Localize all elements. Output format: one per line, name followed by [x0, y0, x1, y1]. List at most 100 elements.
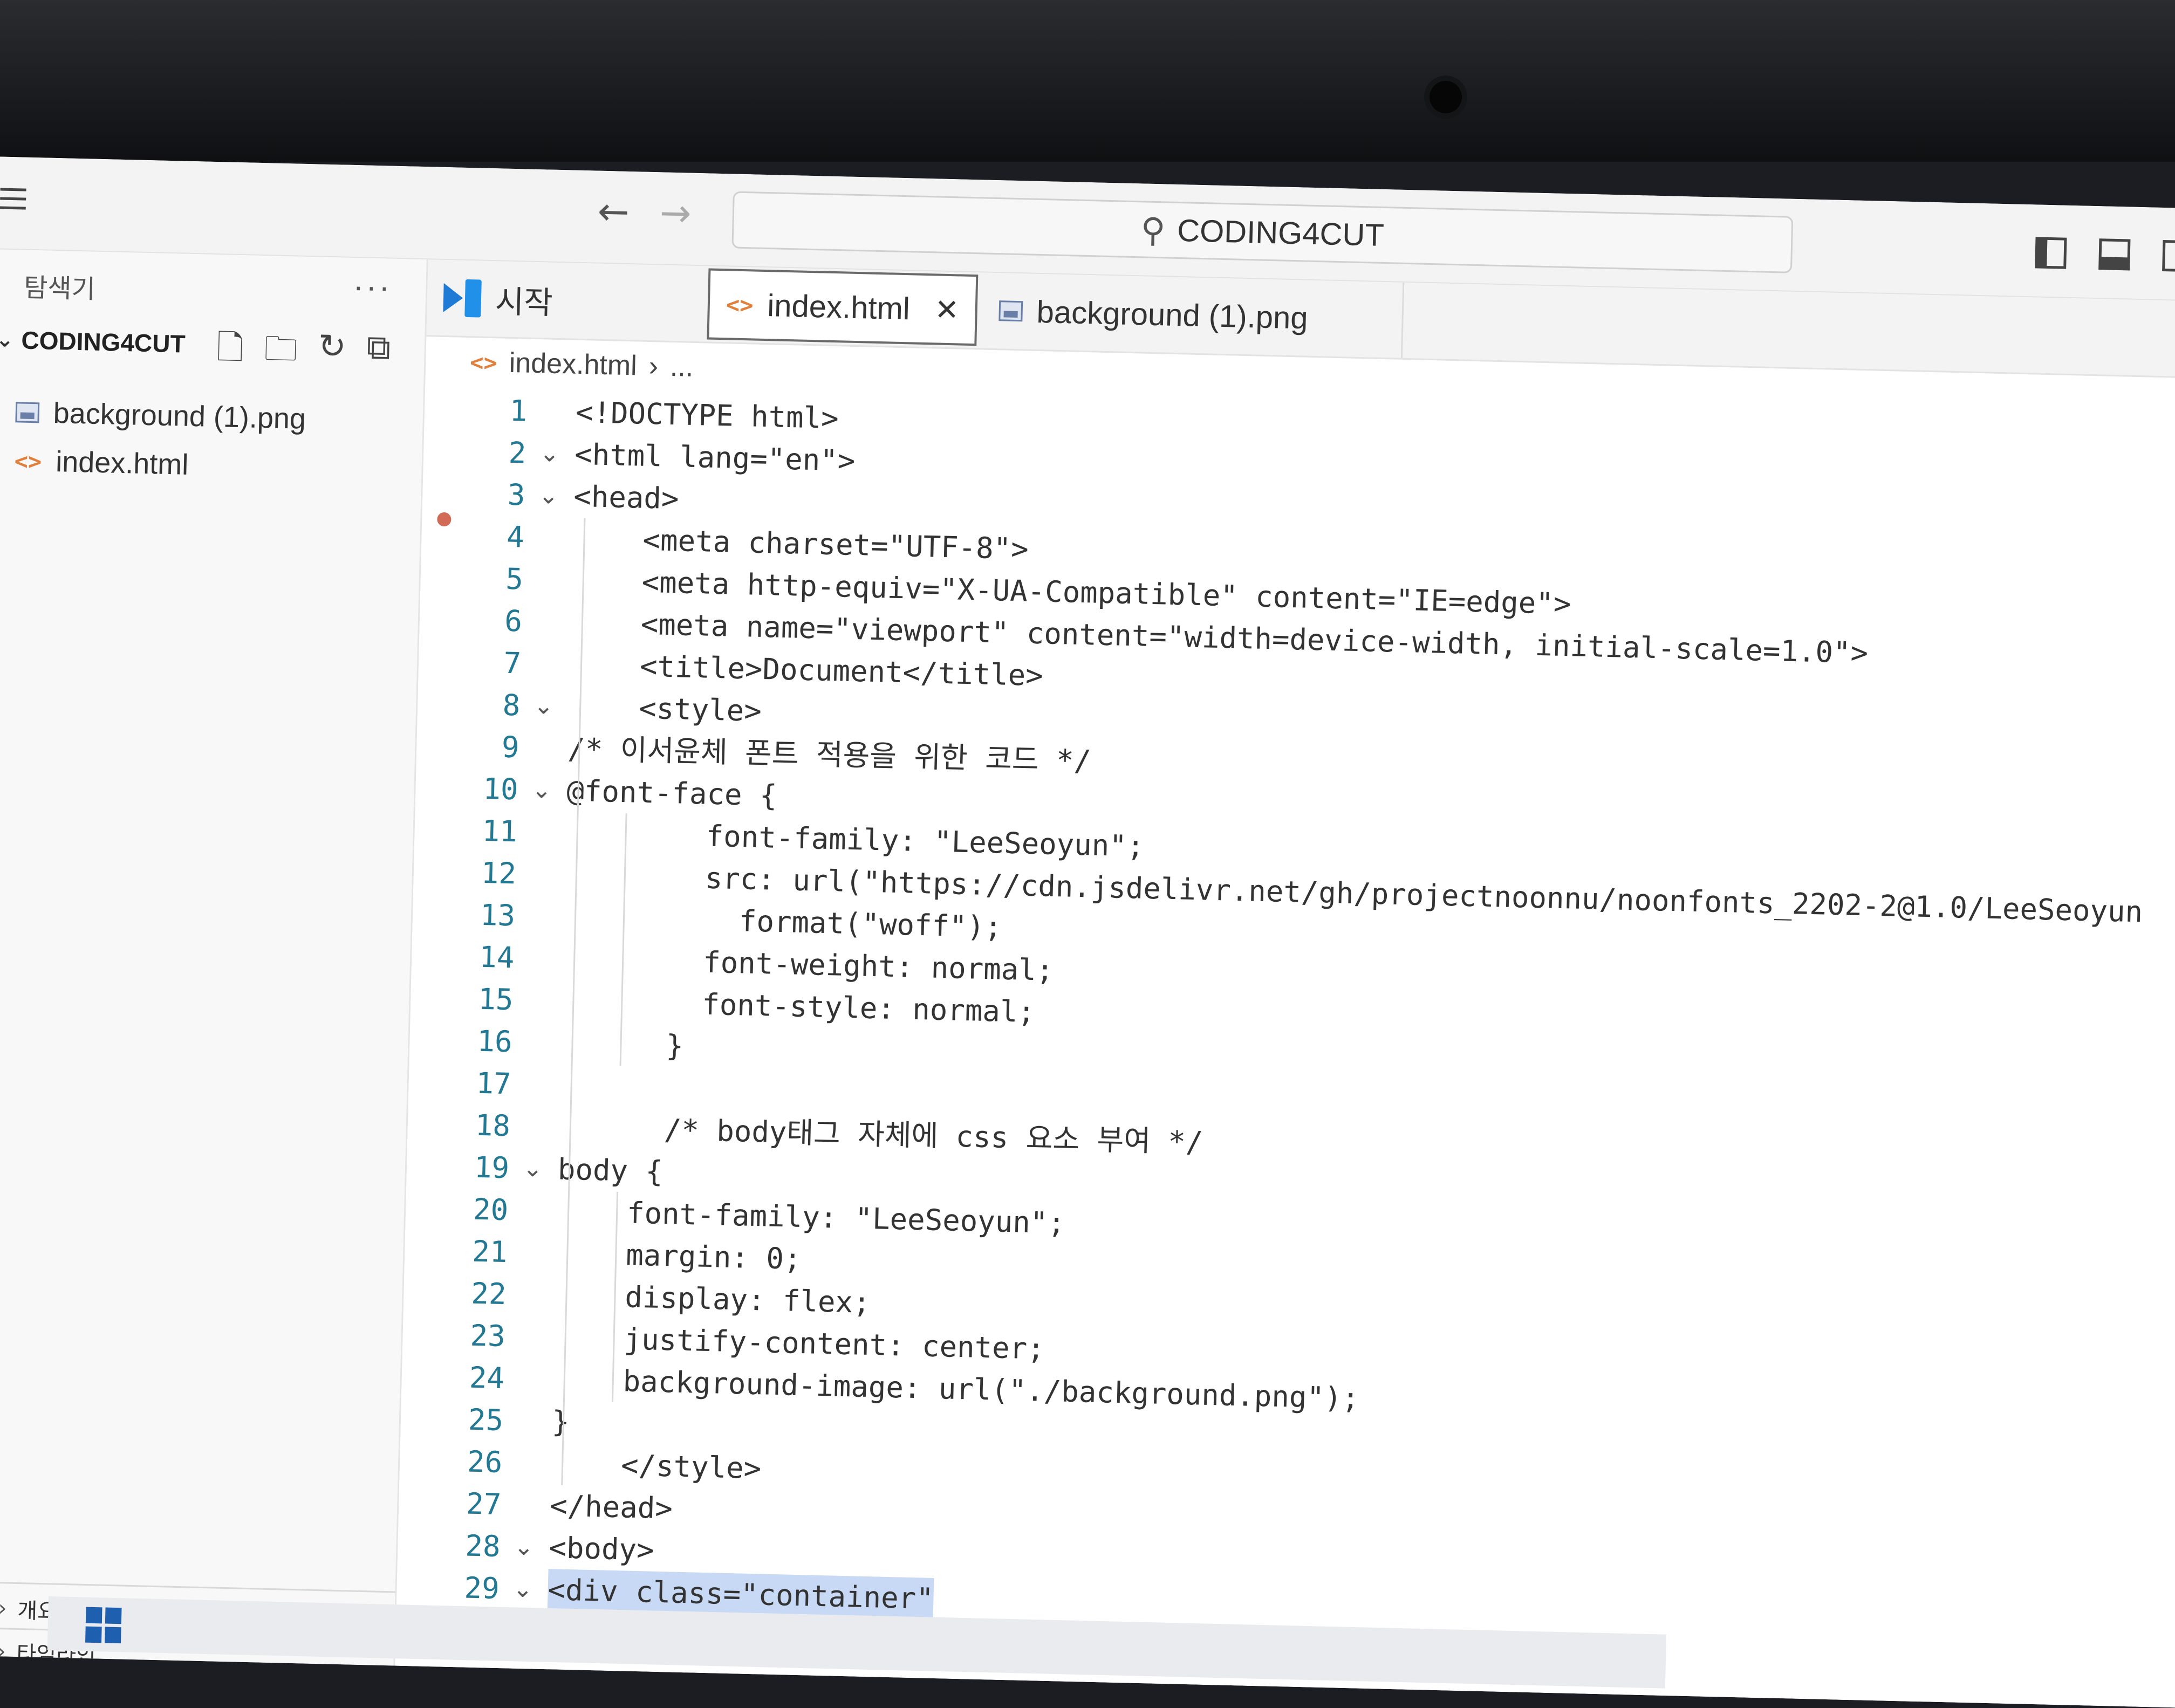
- code-editor[interactable]: 1 <!DOCTYPE html> 2 ⌄ <html lang="en"> 3 ⌄ <hea…: [394, 388, 2175, 1708]
- code-text: <html lang="en">: [574, 437, 856, 478]
- tab-label: background (1).png: [1036, 294, 1309, 336]
- line-number: 18: [475, 1108, 511, 1143]
- fold-chevron-icon[interactable]: ⌄: [539, 433, 560, 475]
- line-number: 13: [480, 897, 516, 933]
- warning-icon: ⚠: [4, 1669, 23, 1693]
- html-file-icon: <>: [469, 348, 498, 376]
- tab-welcome[interactable]: 시작: [426, 259, 697, 341]
- code-text: @font-face {: [566, 773, 778, 813]
- line-number: 19: [474, 1150, 510, 1185]
- new-file-icon[interactable]: 🗋: [216, 324, 244, 381]
- code-text: <body>: [548, 1531, 655, 1567]
- divider: [0, 1582, 395, 1593]
- vscode-window: ← → ⚲ CODING4CUT 탐색기 ··· ⌄ CODING4CUT 🗋 …: [0, 156, 2175, 1708]
- code-text: body {: [557, 1152, 664, 1189]
- line-number: 23: [469, 1318, 506, 1354]
- line-number: 5: [505, 561, 524, 596]
- forward-arrow-icon[interactable]: →: [659, 190, 692, 235]
- problems-status[interactable]: ⚠ 0: [4, 1668, 40, 1693]
- fold-chevron-icon[interactable]: ⌄: [538, 475, 559, 517]
- code-text: }: [560, 1026, 684, 1063]
- chevron-right-icon: ›: [0, 1596, 8, 1621]
- line-number: 28: [464, 1528, 501, 1564]
- image-file-icon: [15, 402, 40, 423]
- fold-chevron-icon[interactable]: ⌄: [512, 1568, 534, 1611]
- line-number: 26: [467, 1444, 503, 1480]
- tab-background-png[interactable]: background (1).png: [982, 272, 1405, 358]
- line-number: 20: [473, 1192, 509, 1227]
- file-name: index.html: [55, 445, 189, 481]
- code-text: <!DOCTYPE html>: [575, 395, 839, 436]
- line-number: 29: [463, 1570, 500, 1606]
- code-text: <head>: [573, 479, 680, 516]
- code-text: <style>: [568, 689, 762, 729]
- refresh-icon[interactable]: ↻: [317, 326, 347, 383]
- code-text: </style>: [550, 1446, 762, 1486]
- explorer-actions: 🗋 🗀 ↻ ⧉: [216, 324, 391, 385]
- vscode-icon: [443, 279, 482, 318]
- chevron-down-icon: ⌄: [0, 327, 15, 353]
- line-number: 8: [502, 688, 521, 723]
- explorer-more-icon[interactable]: ···: [353, 267, 393, 306]
- line-number: 11: [482, 813, 518, 849]
- line-number: 12: [481, 855, 517, 891]
- command-center-search[interactable]: ⚲ CODING4CUT: [731, 191, 1794, 273]
- file-item-background-png[interactable]: background (1).png: [15, 395, 306, 436]
- file-item-index-html[interactable]: <> index.html: [14, 444, 189, 482]
- line-number: 14: [478, 939, 515, 975]
- line-number: 9: [501, 730, 520, 765]
- line-number: 24: [469, 1360, 505, 1396]
- toggle-panel-icon[interactable]: [2098, 238, 2131, 271]
- collapse-all-icon[interactable]: ⧉: [366, 327, 391, 385]
- explorer-title: 탐색기: [23, 273, 96, 304]
- new-folder-icon[interactable]: 🗀: [263, 325, 298, 382]
- layout-controls: [2035, 237, 2175, 272]
- html-file-icon: <>: [14, 447, 42, 475]
- chevron-right-icon: ›: [0, 1639, 6, 1664]
- fold-chevron-icon[interactable]: ⌄: [533, 685, 554, 728]
- breadcrumb-file[interactable]: index.html: [509, 347, 637, 382]
- workspace-folder-label: CODING4CUT: [20, 326, 186, 358]
- line-number: 27: [466, 1486, 502, 1522]
- code-text: </head>: [549, 1489, 673, 1526]
- breadcrumb-more[interactable]: ...: [669, 351, 694, 383]
- file-name: background (1).png: [53, 396, 306, 435]
- search-label: CODING4CUT: [1177, 212, 1385, 253]
- line-number: 16: [476, 1024, 513, 1059]
- line-number: 2: [508, 435, 527, 470]
- fold-chevron-icon[interactable]: ⌄: [522, 1148, 543, 1190]
- html-file-icon: <>: [726, 291, 754, 318]
- tab-index-html[interactable]: <> index.html ✕: [707, 268, 979, 346]
- tab-label: index.html: [767, 287, 911, 326]
- close-icon[interactable]: ✕: [934, 292, 960, 327]
- toggle-secondary-sidebar-icon[interactable]: [2162, 239, 2175, 272]
- workspace-folder[interactable]: ⌄ CODING4CUT: [0, 325, 186, 358]
- webcam: [1430, 81, 1462, 113]
- laptop-bezel: [0, 0, 2175, 162]
- breadcrumb: <> index.html › ...: [470, 346, 694, 383]
- line-number: 3: [507, 477, 526, 512]
- toggle-sidebar-icon[interactable]: [2035, 237, 2067, 269]
- code-text: margin: 0;: [555, 1236, 802, 1277]
- image-file-icon: [998, 300, 1023, 322]
- explorer-sidebar: 탐색기 ··· ⌄ CODING4CUT 🗋 🗀 ↻ ⧉ background …: [0, 249, 428, 1692]
- tab-label: 시작: [495, 284, 553, 321]
- line-number: 7: [503, 646, 522, 681]
- code-text: }: [551, 1404, 570, 1439]
- line-number: 17: [475, 1066, 512, 1101]
- line-number: 22: [470, 1276, 507, 1312]
- chevron-right-icon: ›: [648, 350, 659, 382]
- hamburger-menu-icon[interactable]: [0, 188, 26, 210]
- warning-count: 0: [28, 1669, 40, 1692]
- windows-start-icon[interactable]: [85, 1607, 122, 1644]
- line-number: 25: [468, 1402, 504, 1438]
- line-number: 1: [509, 393, 528, 428]
- fold-chevron-icon[interactable]: ⌄: [514, 1526, 535, 1569]
- code-text: display: flex;: [554, 1278, 871, 1320]
- fold-chevron-icon[interactable]: ⌄: [531, 769, 552, 812]
- line-number: 15: [477, 982, 514, 1017]
- line-number: 4: [506, 519, 525, 554]
- line-number: 6: [504, 603, 523, 639]
- line-number: 10: [482, 771, 519, 807]
- back-arrow-icon[interactable]: ←: [597, 189, 630, 234]
